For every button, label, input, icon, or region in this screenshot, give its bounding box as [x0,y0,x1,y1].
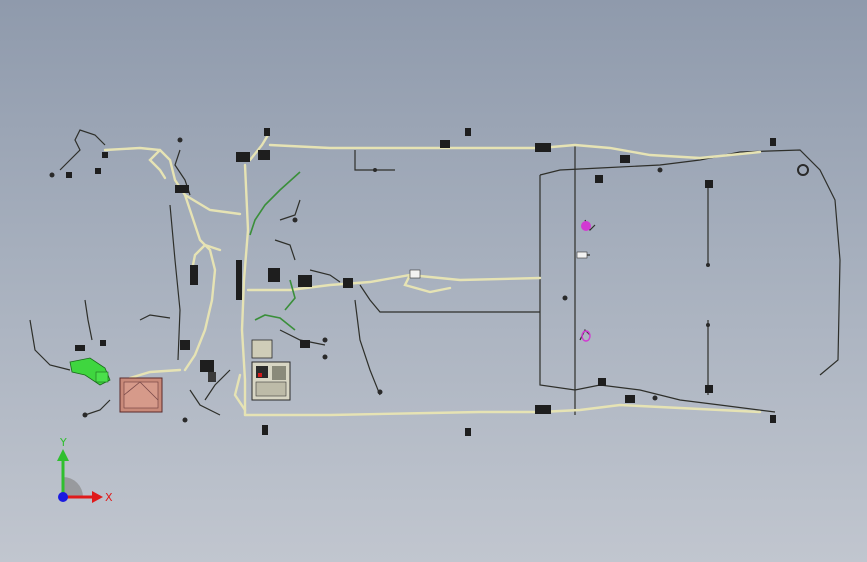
connector [705,385,713,393]
terminals [49,137,809,423]
connector [409,269,421,279]
connector [598,378,606,386]
connector [620,155,630,163]
terminal [706,263,710,267]
connector [625,395,635,403]
terminal [657,167,663,173]
connector [535,405,551,414]
connector [262,425,268,435]
terminal [706,323,710,327]
terminal [292,217,298,223]
fuse-box [251,339,291,401]
connector [298,275,312,287]
terminal [322,337,328,343]
connector [465,128,471,136]
connector [268,268,280,282]
triad-x-arrow-icon [92,491,103,503]
terminal [377,389,383,395]
connector [576,251,588,259]
terminal [797,164,809,176]
harness-main-trunk [103,133,762,417]
terminal [562,295,568,301]
connector [770,138,776,146]
triad-x-label: X [105,491,113,504]
connector [190,265,198,285]
green-module [69,357,111,386]
connector [343,278,353,288]
magenta-markers [581,221,591,342]
connector [595,175,603,183]
graphics-viewport[interactable]: Y X [0,0,867,562]
terminal [322,354,328,360]
connector [535,143,551,152]
triad-z-axis [58,492,68,502]
terminal [182,417,188,423]
connector [236,152,250,162]
connector [465,428,471,436]
connector [175,185,189,193]
connector [300,340,310,348]
relay-box [119,377,163,413]
wiring-harness-model[interactable] [0,0,867,562]
connector [440,140,450,148]
triad-y-label: Y [59,436,67,449]
coordinate-triad: Y X [57,436,113,504]
connector [770,415,776,423]
terminal [177,137,183,143]
terminal [49,172,55,178]
terminal [373,168,377,172]
triad-y-arrow-icon [57,449,69,461]
connector [705,180,713,188]
connector [264,128,270,136]
terminal [652,395,658,401]
terminal [82,412,88,418]
connector [258,150,270,160]
connector [236,260,242,300]
